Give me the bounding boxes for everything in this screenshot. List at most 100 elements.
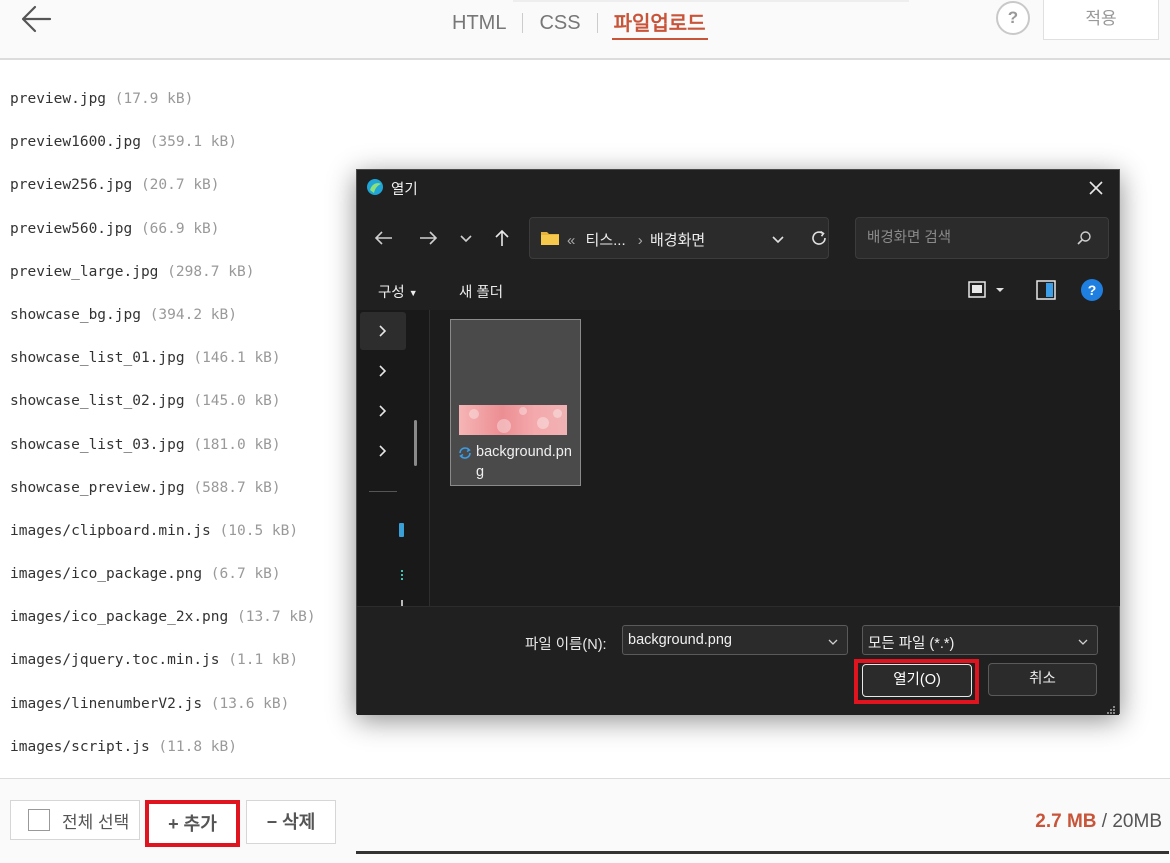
back-icon[interactable] xyxy=(371,226,397,250)
file-name: images/ico_package_2x.png xyxy=(10,609,229,626)
search-icon[interactable] xyxy=(1076,230,1092,246)
tab-divider xyxy=(596,13,598,33)
open-button[interactable]: 열기(O) xyxy=(862,664,972,697)
breadcrumb-item-current[interactable]: 배경화면 xyxy=(650,232,705,249)
dialog-bottom-bar: 파일 이름(N): background.png 모든 파일 (*.*) 열기(… xyxy=(357,606,1119,715)
nav-pane-item[interactable] xyxy=(360,392,406,430)
expand-chevron-icon xyxy=(379,325,387,337)
add-file-label: + 추가 xyxy=(168,814,217,834)
file-size: (66.9 kB) xyxy=(140,220,220,237)
nav-pane-item[interactable] xyxy=(360,432,406,470)
select-all-label: 전체 선택 xyxy=(62,812,130,832)
drive-icon[interactable] xyxy=(399,523,404,537)
organize-menu[interactable]: 구성 ▼ xyxy=(378,281,418,302)
select-all-checkbox[interactable] xyxy=(28,809,50,831)
dialog-title-bar[interactable]: 열기 xyxy=(357,170,1119,206)
file-name: showcase_list_03.jpg xyxy=(10,436,185,453)
nav-pane-divider xyxy=(369,491,397,492)
cancel-button[interactable]: 취소 xyxy=(988,663,1097,696)
file-name: images/script.js xyxy=(10,738,150,755)
file-type-chevron-icon xyxy=(1077,635,1089,647)
resize-grip-icon[interactable] xyxy=(1106,702,1116,714)
recent-locations-chevron-icon[interactable] xyxy=(453,226,479,250)
file-name-field[interactable]: background.png xyxy=(622,625,848,655)
add-file-button[interactable]: + 추가 xyxy=(145,800,240,847)
select-all-button[interactable]: 전체 선택 xyxy=(10,800,140,840)
expand-chevron-icon xyxy=(379,445,387,457)
dialog-shadow-edge xyxy=(356,851,1169,854)
nav-pane-scrollbar[interactable] xyxy=(414,420,417,466)
tab-file-upload[interactable]: 파일업로드 xyxy=(611,7,708,40)
file-size: (10.5 kB) xyxy=(219,522,299,539)
file-name-dropdown-chevron-icon[interactable] xyxy=(827,635,839,647)
view-dropdown-caret-icon[interactable] xyxy=(993,279,1007,301)
file-size: (13.7 kB) xyxy=(236,609,316,626)
file-size: (1.1 kB) xyxy=(228,652,299,669)
file-name: preview256.jpg xyxy=(10,177,133,194)
network-icon[interactable] xyxy=(401,570,403,580)
folder-icon xyxy=(540,230,560,246)
editor-tabs: HTML CSS 파일업로드 xyxy=(450,7,708,40)
file-tile[interactable]: background.png xyxy=(450,319,581,486)
sync-status-icon xyxy=(458,446,472,460)
help-button[interactable]: ? xyxy=(996,1,1030,35)
organize-label: 구성 xyxy=(378,285,405,301)
file-size: (359.1 kB) xyxy=(149,134,237,151)
up-arrow-icon[interactable] xyxy=(489,226,515,250)
file-tile-name: background.png xyxy=(476,444,572,480)
refresh-icon[interactable] xyxy=(810,229,828,247)
file-size: (17.9 kB) xyxy=(114,91,194,107)
file-item[interactable]: preview1600.jpg (359.1 kB) xyxy=(10,121,510,164)
search-box[interactable] xyxy=(855,217,1109,259)
view-options-icon[interactable] xyxy=(967,279,989,301)
file-type-select[interactable]: 모든 파일 (*.*) xyxy=(862,625,1098,655)
close-icon[interactable] xyxy=(1083,176,1109,200)
file-size: (20.7 kB) xyxy=(140,177,220,194)
forward-icon[interactable] xyxy=(415,226,441,250)
address-bar[interactable]: « 티스... › 배경화면 xyxy=(529,217,829,259)
file-size: (6.7 kB) xyxy=(210,566,281,583)
address-dropdown-chevron-icon[interactable] xyxy=(770,231,786,247)
file-item[interactable]: preview.jpg (17.9 kB) xyxy=(10,78,510,121)
dialog-help-icon[interactable]: ? xyxy=(1081,279,1103,301)
file-size: (394.2 kB) xyxy=(149,306,237,323)
nav-pane-item[interactable] xyxy=(360,312,406,350)
file-size: (298.7 kB) xyxy=(167,263,255,280)
open-file-dialog: 열기 « 티스... › 배경화면 배경화면 검색 구성 ▼ 새 폴더 ? ba… xyxy=(356,169,1120,715)
storage-total: / 20MB xyxy=(1101,811,1162,832)
app-icon xyxy=(366,178,384,196)
file-type-value: 모든 파일 (*.*) xyxy=(868,636,955,652)
breadcrumb-item-parent[interactable]: 티스... xyxy=(586,232,626,249)
expand-chevron-icon xyxy=(379,365,387,377)
file-name: showcase_list_01.jpg xyxy=(10,350,185,367)
file-size: (588.7 kB) xyxy=(193,479,281,496)
storage-used: 2.7 MB xyxy=(1035,811,1097,832)
file-name: images/jquery.toc.min.js xyxy=(10,652,220,669)
tab-divider xyxy=(522,13,524,33)
tab-css[interactable]: CSS xyxy=(537,12,582,35)
editor-header: HTML CSS 파일업로드 ? 적용 xyxy=(0,0,1170,60)
search-input[interactable] xyxy=(856,218,1066,258)
nav-pane-item[interactable] xyxy=(360,352,406,390)
command-bar: 구성 ▼ 새 폴더 ? xyxy=(357,270,1119,310)
breadcrumb-separator: › xyxy=(637,232,643,249)
preview-pane-icon[interactable] xyxy=(1035,279,1057,301)
breadcrumb-overflow[interactable]: « xyxy=(567,232,575,249)
file-name: preview1600.jpg xyxy=(10,134,141,151)
new-folder-button[interactable]: 새 폴더 xyxy=(459,281,503,302)
back-arrow-icon[interactable] xyxy=(18,2,54,36)
delete-file-button[interactable]: − 삭제 xyxy=(246,800,336,844)
file-name-value: background.png xyxy=(628,632,732,648)
navigation-bar: « 티스... › 배경화면 xyxy=(357,216,1119,260)
file-item[interactable]: images/script.js (11.8 kB) xyxy=(10,726,510,769)
top-strip xyxy=(513,0,909,2)
tab-html[interactable]: HTML xyxy=(450,12,508,35)
apply-button[interactable]: 적용 xyxy=(1043,0,1159,40)
storage-usage: 2.7 MB / 20MB xyxy=(1035,811,1162,833)
file-size: (146.1 kB) xyxy=(193,350,281,367)
breadcrumb: « 티스... › 배경화면 xyxy=(567,229,705,250)
page: HTML CSS 파일업로드 ? 적용 preview.jpg (17.9 kB… xyxy=(0,0,1170,863)
file-name: showcase_preview.jpg xyxy=(10,479,185,496)
expand-chevron-icon xyxy=(379,405,387,417)
image-thumbnail xyxy=(459,405,567,435)
